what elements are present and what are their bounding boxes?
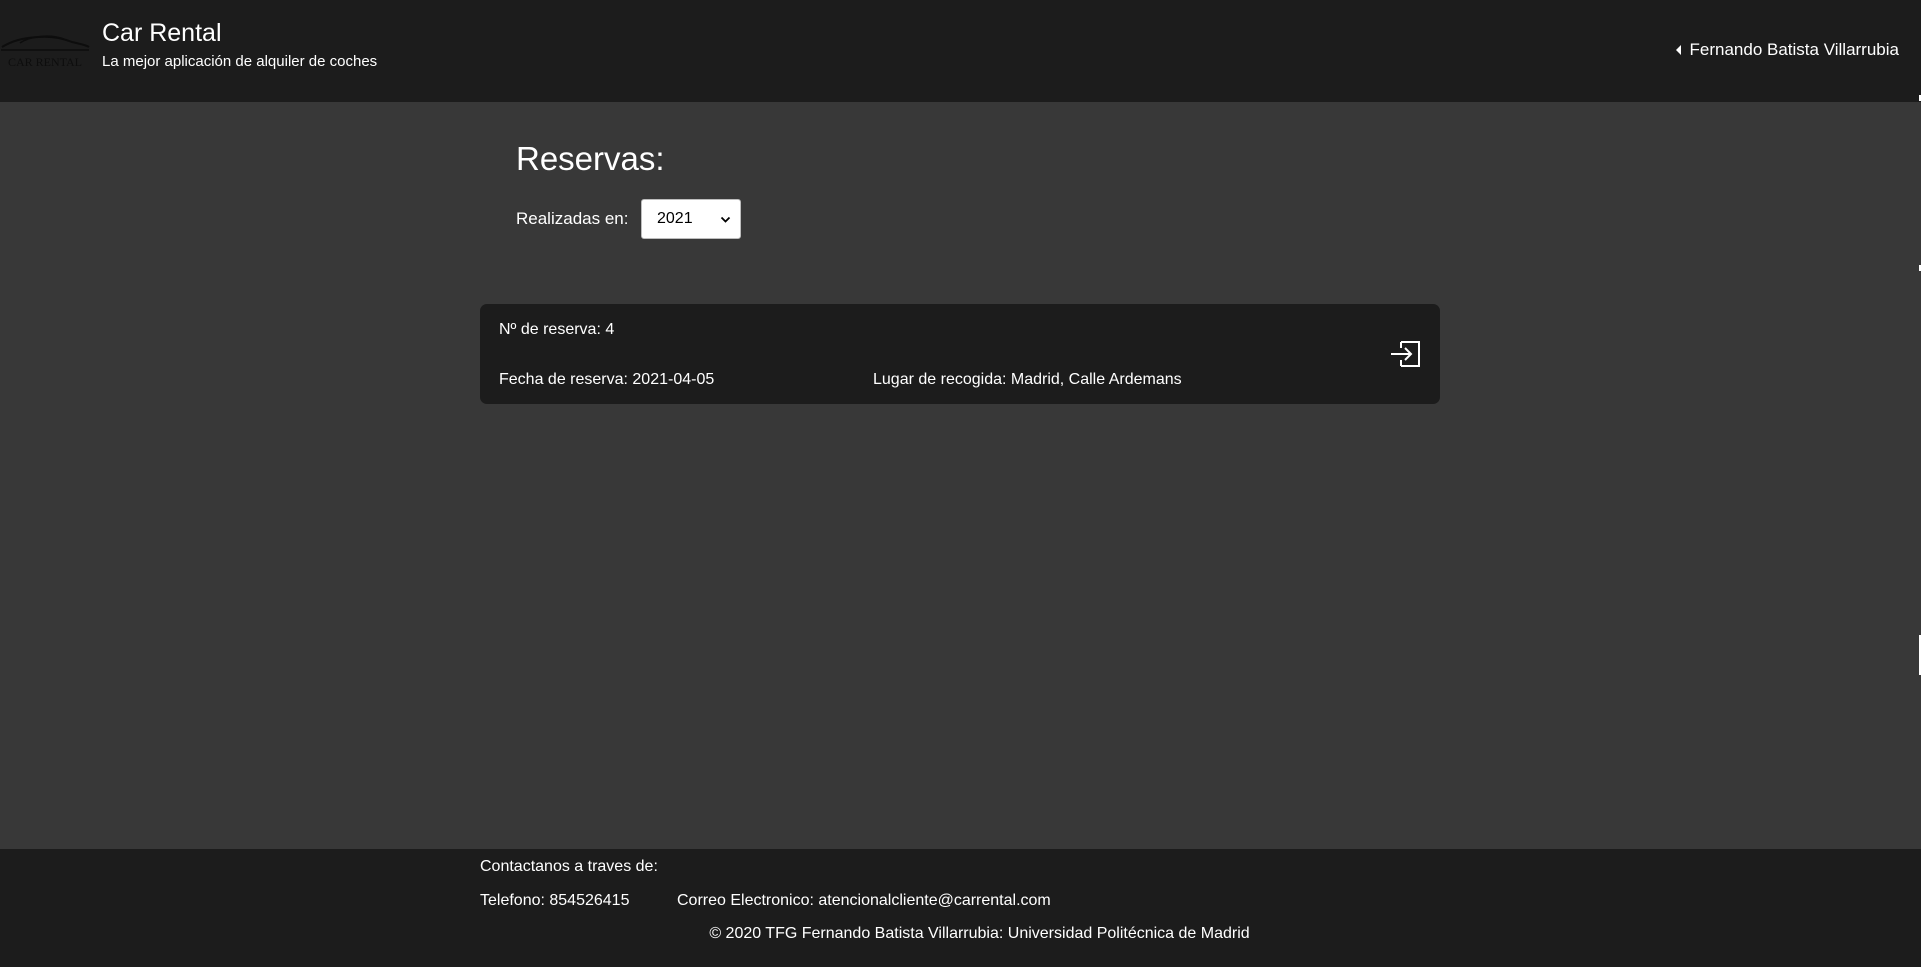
page-title: Reservas: — [516, 140, 665, 177]
open-booking-button[interactable] — [1389, 339, 1423, 369]
booking-card: Nº de reserva: 4 Fecha de reserva: 2021-… — [480, 304, 1440, 404]
footer-email: Correo Electronico: atencionalcliente@ca… — [677, 892, 1051, 909]
main-content: Reservas: Realizadas en: 2021 Nº de rese… — [0, 102, 1921, 849]
caret-left-icon — [1675, 45, 1681, 55]
app-subtitle: La mejor aplicación de alquiler de coche… — [102, 53, 378, 70]
app-footer: Contactanos a traves de: Telefono: 85452… — [0, 849, 1921, 967]
user-name: Fernando Batista Villarrubia — [1689, 40, 1899, 59]
year-filter-label: Realizadas en: — [516, 209, 629, 228]
logo-text: CAR RENTAL — [8, 55, 82, 69]
booking-pickup-place: Lugar de recogida: Madrid, Calle Ardeman… — [873, 371, 1182, 388]
year-select[interactable]: 2021 — [641, 199, 741, 239]
footer-copyright: © 2020 TFG Fernando Batista Villarrubia:… — [709, 925, 1250, 942]
booking-date: Fecha de reserva: 2021-04-05 — [499, 371, 715, 388]
enter-icon — [1391, 341, 1420, 367]
car-rental-logo[interactable]: CAR RENTAL — [0, 30, 90, 72]
footer-contact-title: Contactanos a traves de: — [480, 858, 658, 875]
booking-number: Nº de reserva: 4 — [499, 321, 615, 338]
footer-phone: Telefono: 854526415 — [480, 892, 630, 909]
chevron-down-icon — [720, 216, 731, 223]
app-title: Car Rental — [102, 19, 222, 47]
year-select-value: 2021 — [657, 210, 693, 227]
car-logo-icon: CAR RENTAL — [1, 35, 90, 69]
user-menu[interactable]: Fernando Batista Villarrubia — [1675, 40, 1899, 60]
app-header: CAR RENTAL Car Rental La mejor aplicació… — [0, 0, 1921, 102]
